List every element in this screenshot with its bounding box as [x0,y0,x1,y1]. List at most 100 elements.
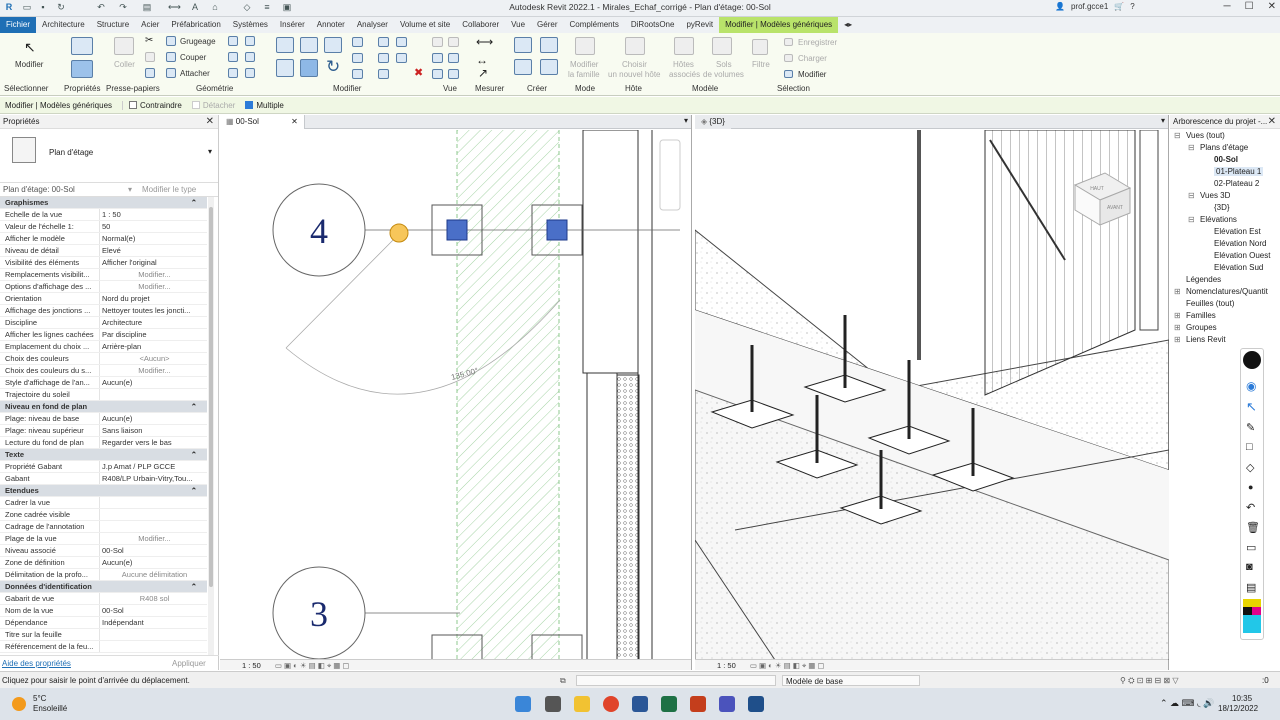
jack-selected[interactable] [546,219,568,241]
property-value[interactable]: Architecture [100,317,207,328]
tree-item[interactable]: Vues 3D [1200,191,1230,200]
word-icon[interactable] [632,696,648,712]
property-section[interactable]: Niveau en fond de plan ⌃ [0,401,207,413]
tree-item[interactable]: {3D} [1214,203,1230,212]
collapse-icon[interactable]: ⌃ [191,197,207,208]
menu-tab-16[interactable]: Modifier | Modèles génériques [719,17,839,33]
section-box-icon[interactable] [432,69,443,79]
expand-icon[interactable]: ⊟ [1174,131,1181,140]
expand-icon[interactable]: ⊞ [1174,311,1181,320]
eye-icon[interactable]: ◉ [1246,379,1256,393]
collapse-icon[interactable]: ⌃ [191,401,207,412]
wall-join-icon[interactable] [245,36,255,46]
color-black[interactable] [1243,607,1252,615]
demolish-icon[interactable] [228,68,238,78]
menu-tab-2[interactable]: Structure [91,17,135,33]
property-value[interactable]: Par discipline [100,329,207,340]
menu-tab-3[interactable]: Acier [135,17,165,33]
dot-icon[interactable]: ● [1248,482,1253,492]
property-value[interactable]: Sans liaison [100,425,207,436]
color-cyan[interactable] [1243,615,1261,633]
chevron-down-icon[interactable]: ▾ [208,147,212,156]
create-group-icon[interactable] [514,59,532,75]
property-value[interactable] [100,389,207,400]
menu-tab-7[interactable]: Annoter [311,17,351,33]
property-section[interactable]: Texte ⌃ [0,449,207,461]
user-icon[interactable]: 👤 [1055,2,1065,11]
view-filter-icon[interactable] [448,69,459,79]
property-value[interactable]: Nettoyer toutes les joncti... [100,305,207,316]
apply-button[interactable]: Appliquer [172,656,206,671]
property-value[interactable]: Elevé [100,245,207,256]
tree-item[interactable]: 01-Plateau 1 [1214,167,1264,176]
bulb-icon[interactable] [432,37,443,47]
property-value[interactable]: Modifier... [100,281,207,292]
dimension-icon[interactable]: ↔ [476,53,488,67]
menu-tab-6[interactable]: Insérer [274,17,311,33]
maximize-button[interactable]: ☐ [1245,1,1254,12]
tree-item[interactable]: Plans d'étage [1200,143,1248,152]
remove-paint-icon[interactable] [245,68,255,78]
property-value[interactable]: Modifier... [100,365,207,376]
attach-icon[interactable] [166,68,176,78]
menu-tab-13[interactable]: Compléments [564,17,625,33]
jack-selected[interactable] [446,219,468,241]
close-icon[interactable]: ✕ [291,117,298,126]
tree-item[interactable]: 00-Sol [1214,155,1238,164]
help-icon[interactable]: ? [1130,2,1134,11]
tree-item[interactable]: Nomenclatures/Quantit [1186,287,1268,296]
edit-selection-button[interactable]: Modifier [798,70,826,79]
property-value[interactable]: 1 : 50 [100,209,207,220]
select-arrow-icon[interactable]: ↖ [1246,399,1257,415]
view-controls-icon[interactable]: ▭ ▣ ◐ ☀ ▤ ◧ ⌖ ▦ ▢ [750,661,825,670]
scale-icon[interactable] [378,37,389,47]
cart-icon[interactable]: 🛒 [1114,2,1124,11]
edit-type-button[interactable]: Modifier le type [142,185,196,194]
tab-3d[interactable]: ◈ {3D} [695,115,731,129]
expand-icon[interactable]: ⊟ [1188,191,1195,200]
tree-item[interactable]: Elévation Sud [1214,263,1263,272]
workset-select[interactable] [576,675,776,686]
multiple-option[interactable]: Multiple [245,101,284,110]
move-icon[interactable] [276,59,294,77]
constrain-checkbox[interactable] [129,101,138,110]
array-icon[interactable] [352,69,363,79]
steering-wheel-icon[interactable] [1243,351,1261,369]
revit-taskbar-icon[interactable] [748,696,764,712]
mirror-axis-icon[interactable] [324,37,342,53]
property-section[interactable]: Données d'identification ⌃ [0,581,207,593]
associated-hosts-line1[interactable]: Hôtes [673,60,694,69]
ribbon-toggle-icon[interactable]: ◂▸ [838,17,858,33]
minimize-button[interactable]: ─ [1224,1,1231,12]
property-value[interactable]: J.p Amat / PLP GCCE [100,461,207,472]
user-name[interactable]: prof.gcce1 [1071,2,1108,11]
property-value[interactable]: Aucun(e) [100,377,207,388]
property-value[interactable]: Indépendant [100,617,207,628]
edit-selection-icon[interactable] [784,70,793,78]
pick-host-button-line1[interactable]: Choisir [622,60,647,69]
paste-button[interactable]: Coller [114,60,135,69]
explorer-icon[interactable] [574,696,590,712]
trash-icon[interactable]: 🗑 [1246,521,1260,534]
properties-help-link[interactable]: Aide des propriétés [2,656,71,671]
property-section[interactable]: Etendues ⌃ [0,485,207,497]
chrome-icon[interactable] [603,696,619,712]
modify-button[interactable]: Modifier [15,60,43,69]
close-icon[interactable]: ✕ [206,115,214,129]
menu-tab-14[interactable]: DiRootsOne [625,17,681,33]
chevron-down-icon[interactable]: ▾ [128,185,132,194]
undo-icon[interactable]: ↶ [1246,501,1255,514]
property-value[interactable] [100,641,207,652]
property-value[interactable]: Normal(e) [100,233,207,244]
property-value[interactable]: Regarder vers le bas [100,437,207,448]
properties-scrollbar[interactable] [208,197,214,655]
expand-icon[interactable]: ⊞ [1174,323,1181,332]
excel-icon[interactable] [661,696,677,712]
tab-00-sol[interactable]: ▦ 00-Sol ✕ [220,115,305,129]
eraser-icon[interactable]: ◇ [1246,461,1254,474]
plan-scale[interactable]: 1 : 50 [242,661,261,670]
3d-view[interactable]: ◈ {3D} ▾ HAUT AVANT 1: 50 ▭ ▣ ◐ ☀ ▤ ◧ ⌖… [695,115,1169,670]
property-section[interactable]: Graphismes ⌃ [0,197,207,209]
tree-item[interactable]: Elévation Nord [1214,239,1266,248]
create-parts-icon[interactable] [540,37,558,53]
